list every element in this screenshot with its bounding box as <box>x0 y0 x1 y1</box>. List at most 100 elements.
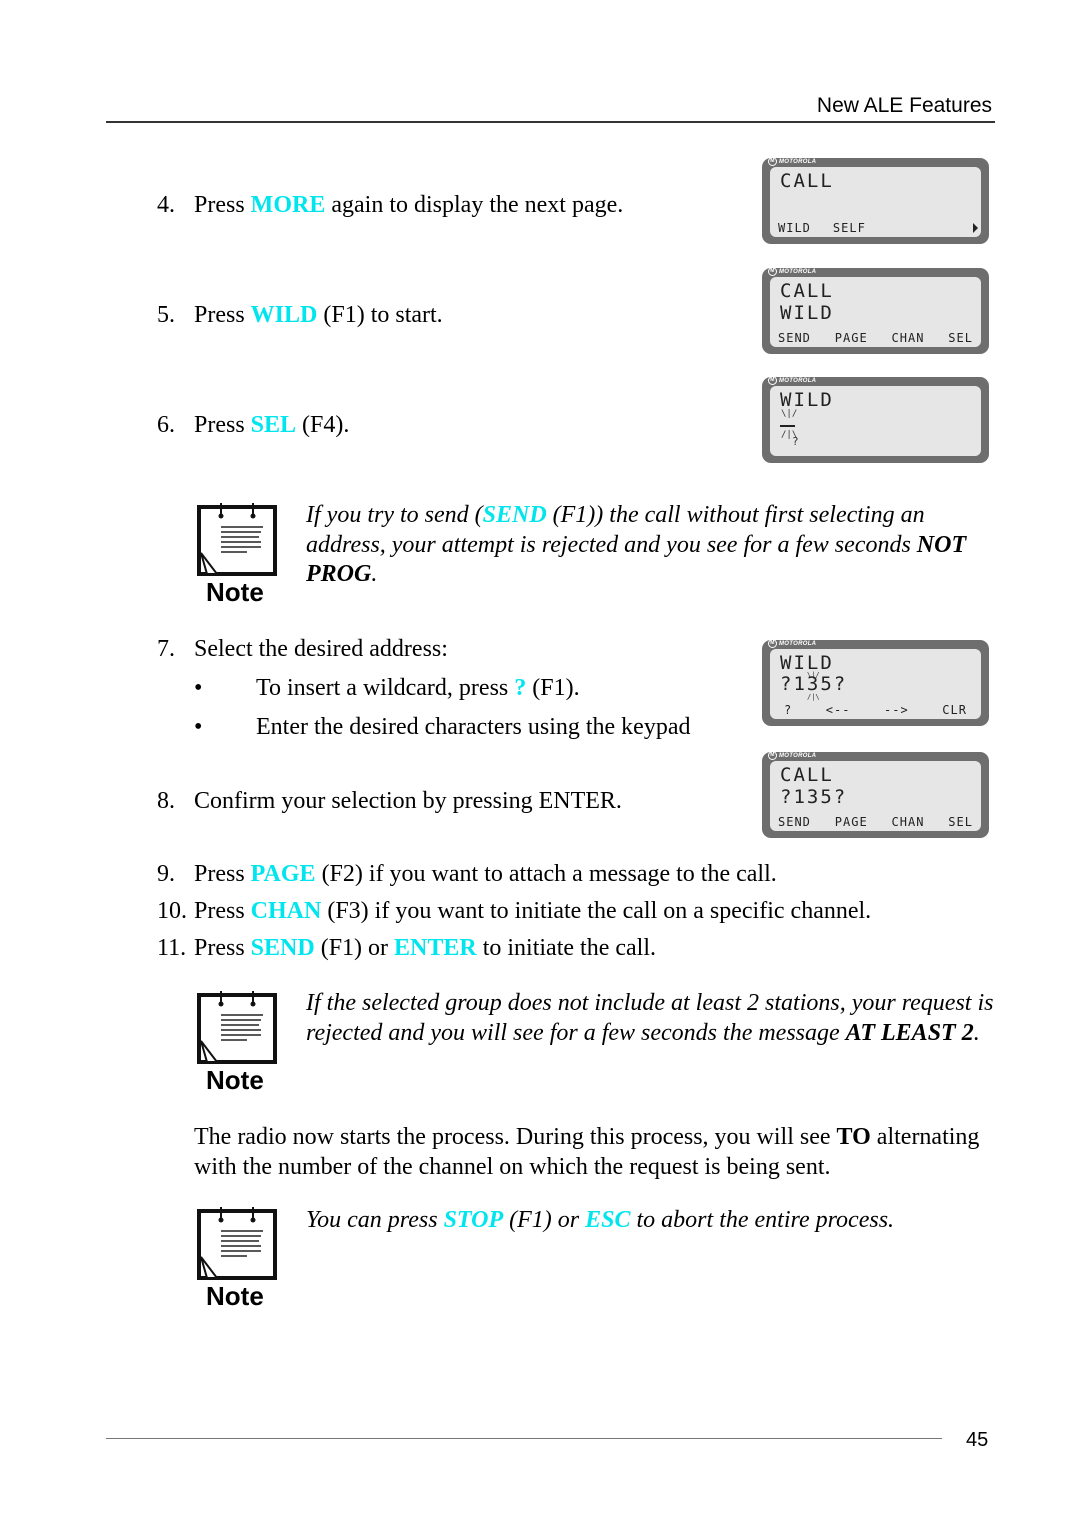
note-text: You can press <box>306 1207 444 1233</box>
blink-mark-icon: \|/ <box>781 409 798 419</box>
lcd-softkeys: ? <-- --> CLR <box>778 703 973 717</box>
lcd-line-2: ?135? <box>780 673 848 695</box>
bullet-icon: • <box>194 714 203 740</box>
note-1: Note <box>197 503 279 607</box>
bullet-text: (F1). <box>526 675 580 701</box>
note-2: Note <box>197 991 279 1095</box>
bullet-keypad: • Enter the desired characters using the … <box>194 713 690 741</box>
step-text: Press <box>194 302 251 328</box>
header-rule <box>106 121 995 123</box>
lcd-line-2: WILD <box>780 302 834 324</box>
step-number: 9. <box>157 861 175 887</box>
keyword-send: SEND <box>250 935 315 961</box>
softkey-f3: CHAN <box>891 331 925 345</box>
cursor-underline <box>780 425 795 427</box>
lcd-line-1: CALL <box>780 764 834 786</box>
softkey-f1: SEND <box>778 331 811 345</box>
step-text: (F2) if you want to attach a message to … <box>315 861 777 887</box>
lcd-display-call-address: M MOTOROLA CALL ?135? SEND PAGE CHAN SEL <box>762 751 989 838</box>
note-text: (F1) or <box>503 1207 586 1233</box>
bullet-wildcard: • To insert a wildcard, press ? (F1). <box>194 674 580 702</box>
step-number: 5. <box>157 302 175 328</box>
message-at-least-2: AT LEAST 2 <box>845 1019 974 1046</box>
step-text: Press <box>194 898 251 924</box>
lcd-line-1: WILD <box>780 389 834 411</box>
footer-rule <box>106 1438 942 1439</box>
softkey-f4: CLR <box>942 703 967 717</box>
cursor-char: ? <box>792 435 799 448</box>
lcd-line-1: CALL <box>780 170 834 192</box>
lcd-softkeys: WILD SELF <box>778 221 973 235</box>
paragraph-text: The radio now starts the process. During… <box>194 1124 837 1150</box>
step-8: 8. Confirm your selection by pressing ENT… <box>157 787 622 815</box>
motorola-logo: M MOTOROLA <box>768 376 816 385</box>
lcd-line-1: CALL <box>780 280 834 302</box>
step-text: Press <box>194 935 251 961</box>
notepad-icon <box>197 1207 277 1280</box>
motorola-logo: M MOTOROLA <box>768 157 816 166</box>
softkey-f4: SEL <box>948 815 973 829</box>
lcd-softkeys: SEND PAGE CHAN SEL <box>778 331 973 345</box>
step-text: Press <box>194 861 251 887</box>
keyword-send: SEND <box>482 502 547 528</box>
lcd-screen: CALL WILD SEND PAGE CHAN SEL <box>770 277 981 347</box>
step-text: (F3) if you want to initiate the call on… <box>321 898 872 924</box>
step-9: 9. Press PAGE (F2) if you want to attach … <box>157 860 777 888</box>
softkey-f2: <-- <box>825 703 851 717</box>
note-text: . <box>973 1019 980 1046</box>
step-text: Confirm your selection by pressing ENTER… <box>194 788 622 814</box>
lcd-display-wild-entry: M MOTOROLA WILD \|/ /|\ ? <box>762 376 989 463</box>
note-label: Note <box>206 577 264 607</box>
step-number: 11. <box>157 935 187 961</box>
note-label: Note <box>206 1281 264 1311</box>
bullet-icon: • <box>194 675 203 701</box>
keyword-wild: WILD <box>250 302 318 328</box>
step-number: 10. <box>157 898 187 924</box>
keyword-question: ? <box>514 675 527 701</box>
lcd-display-wild-address: M MOTOROLA WILD \|/ ?135? /|\ ? <-- --> C… <box>762 639 989 726</box>
softkey-f2: PAGE <box>834 331 868 345</box>
keyword-sel: SEL <box>250 412 297 438</box>
step-11: 11. Press SEND (F1) or ENTER to initiate … <box>157 934 656 962</box>
step-10: 10. Press CHAN (F3) if you want to initia… <box>157 897 871 925</box>
lcd-softkeys: SEND PAGE CHAN SEL <box>778 815 973 829</box>
lcd-line-2: ?135? <box>780 786 848 808</box>
step-text: (F1) or <box>314 935 395 961</box>
step-number: 4. <box>157 192 175 218</box>
note-text: to abort the entire process. <box>630 1207 895 1233</box>
step-text: again to display the next page. <box>325 192 624 218</box>
step-number: 6. <box>157 412 175 438</box>
lcd-line-1: WILD <box>780 652 834 674</box>
lcd-screen: CALL WILD SELF <box>770 167 981 237</box>
step-text: (F4). <box>296 412 350 438</box>
step-7: 7. Select the desired address: <box>157 635 448 663</box>
lcd-screen: WILD \|/ ?135? /|\ ? <-- --> CLR <box>770 649 981 719</box>
note-3-text: You can press STOP (F1) or ESC to abort … <box>306 1206 996 1236</box>
softkey-f1: ? <box>784 703 793 717</box>
keyword-stop: STOP <box>443 1207 504 1233</box>
motorola-logo: M MOTOROLA <box>768 267 816 276</box>
notepad-icon <box>197 503 277 576</box>
softkey-f1: SEND <box>778 815 811 829</box>
step-text: to initiate the call. <box>476 935 656 961</box>
step-text: (F1) to start. <box>317 302 443 328</box>
lcd-display-call-wild: M MOTOROLA CALL WILD SEND PAGE CHAN SEL <box>762 267 989 354</box>
keyword-page: PAGE <box>250 861 316 887</box>
keyword-more: MORE <box>250 192 326 218</box>
more-arrow-icon <box>973 223 978 233</box>
step-number: 8. <box>157 788 175 814</box>
message-to: TO <box>836 1124 871 1150</box>
page-number: 45 <box>966 1429 989 1451</box>
softkey-f2: PAGE <box>834 815 868 829</box>
bullet-text: To insert a wildcard, press <box>256 675 515 701</box>
step-5: 5. Press WILD (F1) to start. <box>157 301 443 329</box>
step-text: Press <box>194 412 251 438</box>
keyword-esc: ESC <box>585 1207 631 1233</box>
softkey-f2: SELF <box>832 221 866 235</box>
softkey-f1: WILD <box>778 221 811 235</box>
motorola-logo: M MOTOROLA <box>768 751 816 760</box>
softkey-f3: CHAN <box>891 815 925 829</box>
note-2-text: If the selected group does not include a… <box>306 989 996 1048</box>
step-4: 4. Press MORE again to display the next p… <box>157 191 623 219</box>
running-header: New ALE Features <box>816 94 992 117</box>
